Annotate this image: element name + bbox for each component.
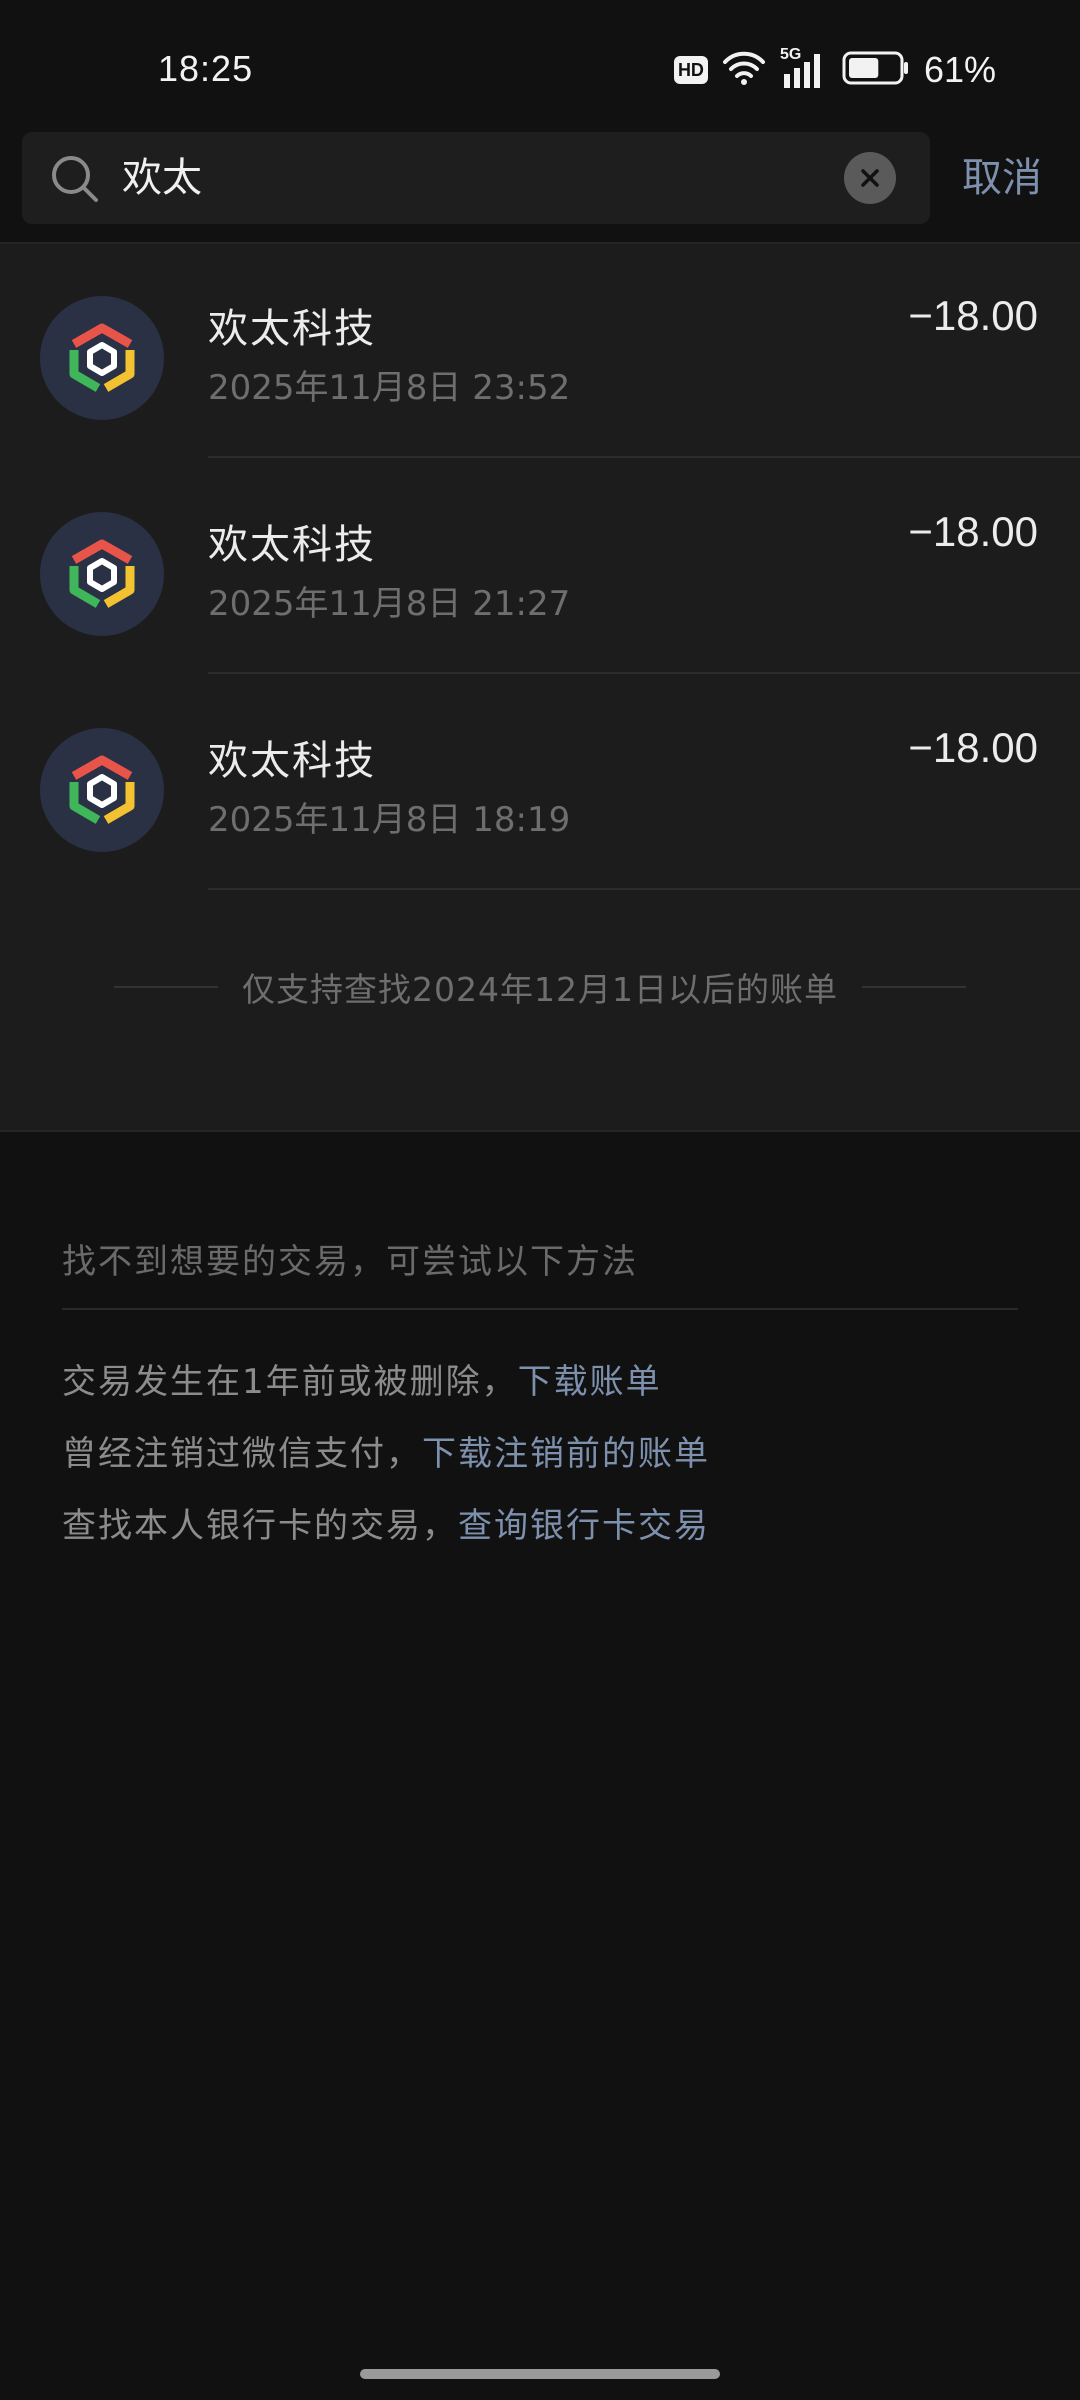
help-item-text: 曾经注销过微信支付， (62, 1434, 422, 1474)
signal-icon: 5G (780, 46, 828, 90)
transaction-amount: −18.00 (908, 292, 1038, 339)
merchant-avatar (40, 728, 164, 852)
help-item: 交易发生在1年前或被删除，下载账单 (62, 1354, 662, 1403)
help-item-text: 交易发生在1年前或被删除， (62, 1362, 518, 1402)
battery-percent: 61% (923, 49, 996, 90)
search-results: 欢太科技 2025年11月8日 23:52 −18.00 欢太科技 2025年1… (0, 242, 1080, 1132)
row-divider (208, 672, 1080, 674)
download-bill-link[interactable]: 下载账单 (518, 1362, 662, 1402)
search-icon (50, 154, 100, 204)
transaction-row[interactable]: 欢太科技 2025年11月8日 21:27 −18.00 (0, 460, 1080, 674)
help-item: 查找本人银行卡的交易，查询银行卡交易 (62, 1498, 710, 1547)
battery-icon (842, 51, 910, 89)
status-bar: 18:25 HD 5G 61% (0, 0, 1080, 120)
cancel-button[interactable]: 取消 (962, 150, 1042, 206)
transaction-datetime: 2025年11月8日 23:52 (208, 368, 571, 408)
transaction-amount: −18.00 (908, 508, 1038, 555)
merchant-name: 欢太科技 (208, 522, 376, 568)
search-range-text: 仅支持查找2024年12月1日以后的账单 (242, 970, 838, 1009)
help-item-text: 查找本人银行卡的交易， (62, 1506, 458, 1546)
status-icons: HD 5G 61% (673, 46, 996, 92)
merchant-name: 欢太科技 (208, 738, 376, 784)
home-indicator[interactable] (360, 2369, 720, 2379)
search-range-note: 仅支持查找2024年12月1日以后的账单 (0, 962, 1080, 1012)
merchant-logo-icon (69, 755, 135, 824)
help-title: 找不到想要的交易，可尝试以下方法 (62, 1242, 638, 1282)
transaction-datetime: 2025年11月8日 18:19 (208, 800, 571, 840)
merchant-avatar (40, 296, 164, 420)
merchant-logo-icon (69, 323, 135, 392)
clear-search-button[interactable] (844, 152, 896, 204)
clear-icon (861, 169, 879, 187)
search-bar[interactable] (22, 132, 930, 224)
search-input[interactable] (122, 132, 822, 224)
row-divider (208, 456, 1080, 458)
merchant-avatar (40, 512, 164, 636)
transaction-datetime: 2025年11月8日 21:27 (208, 584, 571, 624)
transaction-row[interactable]: 欢太科技 2025年11月8日 23:52 −18.00 (0, 244, 1080, 458)
row-divider (208, 888, 1080, 890)
download-pre-cancellation-bill-link[interactable]: 下载注销前的账单 (422, 1434, 710, 1474)
help-item: 曾经注销过微信支付，下载注销前的账单 (62, 1426, 710, 1475)
help-divider (62, 1308, 1018, 1310)
note-divider-right (861, 986, 966, 988)
merchant-name: 欢太科技 (208, 306, 376, 352)
transaction-amount: −18.00 (908, 724, 1038, 771)
wifi-icon (722, 50, 766, 90)
hd-badge: HD (673, 56, 708, 84)
query-bank-card-link[interactable]: 查询银行卡交易 (458, 1506, 710, 1546)
help-section: 找不到想要的交易，可尝试以下方法 交易发生在1年前或被删除，下载账单 曾经注销过… (62, 1236, 1018, 1546)
transaction-row[interactable]: 欢太科技 2025年11月8日 18:19 −18.00 (0, 676, 1080, 890)
note-divider-left (114, 986, 218, 988)
merchant-logo-icon (69, 539, 135, 608)
status-time: 18:25 (158, 48, 254, 89)
